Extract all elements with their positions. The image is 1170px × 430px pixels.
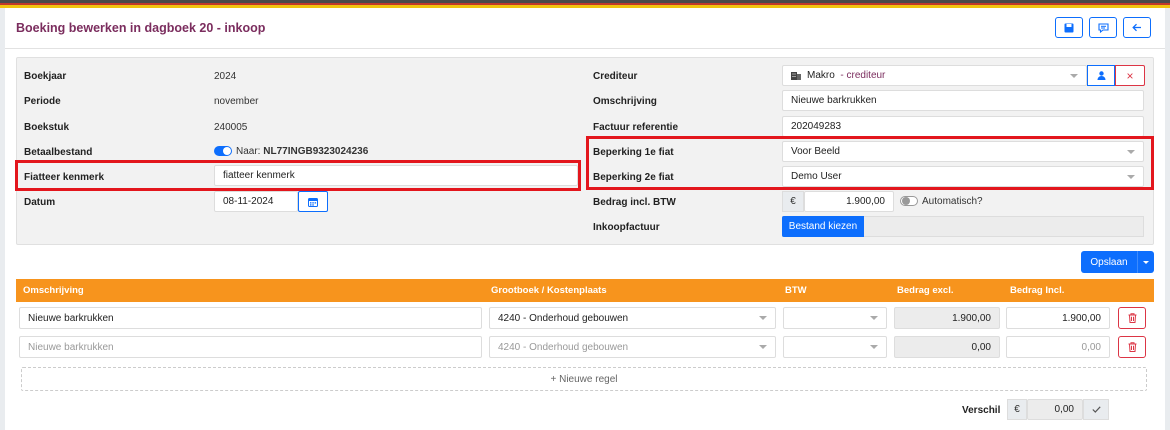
top-color-bar — [0, 0, 1170, 8]
trash-icon — [1128, 342, 1136, 352]
verschil-check — [1083, 399, 1109, 420]
chevron-down-icon — [870, 345, 878, 349]
crediteur-type: crediteur — [846, 70, 886, 81]
row2-delete-button[interactable] — [1118, 336, 1146, 358]
opslaan-dropdown-button[interactable] — [1137, 251, 1154, 273]
boekjaar-value: 2024 — [214, 71, 237, 82]
highlight-fiatteer-kenmerk — [15, 160, 581, 191]
back-button[interactable] — [1123, 17, 1151, 38]
periode-value: november — [214, 96, 259, 107]
factuur-referentie-label: Factuur referentie — [593, 122, 679, 133]
chevron-down-icon — [1070, 74, 1078, 78]
trash-icon — [1128, 313, 1136, 323]
save-button[interactable] — [1055, 17, 1083, 38]
crediteur-separator: - — [840, 70, 844, 81]
omschrijving-input[interactable]: Nieuwe barkrukken — [782, 90, 1144, 111]
col-btw: BTW — [785, 285, 807, 296]
table-header: Omschrijving Grootboek / Kostenplaats BT… — [16, 279, 1154, 302]
crediteur-user-button[interactable] — [1087, 65, 1115, 86]
col-omschrijving: Omschrijving — [23, 285, 84, 296]
periode-label: Periode — [24, 96, 61, 107]
row2-bedrag-incl-input[interactable]: 0,00 — [1006, 336, 1110, 358]
col-bedrag-excl: Bedrag excl. — [897, 285, 954, 296]
header-divider — [5, 48, 1165, 49]
chevron-down-icon — [870, 316, 878, 320]
check-icon — [1091, 406, 1101, 413]
row1-bedrag-excl: 1.900,00 — [894, 307, 1000, 329]
verschil-value: 0,00 — [1027, 399, 1083, 420]
row2-btw-select[interactable] — [783, 336, 887, 358]
crediteur-clear-button[interactable]: × — [1115, 65, 1145, 86]
close-icon: × — [1126, 68, 1134, 83]
add-row-button[interactable]: + Nieuwe regel — [21, 367, 1147, 391]
bestand-kiezen-button[interactable]: Bestand kiezen — [782, 216, 864, 237]
betaalbestand-prefix: Naar: — [236, 146, 261, 157]
automatisch-control: Automatisch? — [900, 196, 983, 207]
currency-addon: € — [782, 191, 804, 212]
col-bedrag-incl: Bedrag Incl. — [1010, 285, 1065, 296]
arrow-left-icon — [1132, 23, 1141, 32]
opslaan-button[interactable]: Opslaan — [1081, 251, 1137, 273]
betaalbestand-toggle[interactable] — [214, 146, 232, 157]
row2-grootboek-value: 4240 - Onderhoud gebouwen — [498, 341, 629, 353]
datum-label: Datum — [24, 197, 56, 208]
crediteur-select[interactable]: Makro - crediteur — [782, 65, 1087, 86]
row2-grootboek-select[interactable]: 4240 - Onderhoud gebouwen — [489, 336, 776, 358]
row1-delete-button[interactable] — [1118, 307, 1146, 329]
datum-input[interactable]: 08-11-2024 — [214, 191, 298, 212]
factuur-referentie-input[interactable]: 202049283 — [782, 116, 1144, 137]
automatisch-toggle[interactable] — [900, 196, 918, 207]
boekjaar-label: Boekjaar — [24, 71, 67, 82]
highlight-beperking-fiat — [586, 136, 1154, 190]
row1-omschrijving-input[interactable]: Nieuwe barkrukken — [19, 307, 482, 329]
automatisch-label: Automatisch? — [922, 196, 983, 207]
boekstuk-label: Boekstuk — [24, 122, 70, 133]
comment-button[interactable] — [1089, 17, 1117, 38]
user-icon — [1097, 71, 1105, 80]
row2-bedrag-excl: 0,00 — [894, 336, 1000, 358]
comment-icon — [1097, 22, 1109, 33]
row1-bedrag-incl-input[interactable]: 1.900,00 — [1006, 307, 1110, 329]
caret-down-icon — [1143, 260, 1149, 264]
bedrag-input[interactable]: 1.900,00 — [804, 191, 894, 212]
save-icon — [1064, 23, 1074, 32]
crediteur-name: Makro — [807, 70, 835, 81]
building-icon — [791, 72, 801, 80]
omschrijving-label: Omschrijving — [593, 96, 657, 107]
page: Boeking bewerken in dagboek 20 - inkoop … — [5, 8, 1165, 430]
crediteur-label: Crediteur — [593, 71, 638, 82]
col-grootboek: Grootboek / Kostenplaats — [491, 285, 607, 296]
betaalbestand-label: Betaalbestand — [24, 147, 93, 158]
boekstuk-value: 240005 — [214, 122, 248, 133]
row1-btw-select[interactable] — [783, 307, 887, 329]
chevron-down-icon — [759, 345, 767, 349]
verschil-label: Verschil — [962, 405, 1001, 416]
calendar-button[interactable] — [298, 191, 328, 212]
page-title: Boeking bewerken in dagboek 20 - inkoop — [16, 21, 266, 35]
verschil-currency: € — [1007, 399, 1027, 420]
bedrag-label: Bedrag incl. BTW — [593, 197, 676, 208]
row2-omschrijving-input[interactable]: Nieuwe barkrukken — [19, 336, 482, 358]
betaalbestand-value: Naar: NL77INGB9323024236 — [214, 146, 368, 157]
calendar-icon — [308, 197, 318, 207]
inkoopfactuur-label: Inkoopfactuur — [593, 222, 660, 233]
betaalbestand-iban: NL77INGB9323024236 — [263, 146, 369, 157]
chevron-down-icon — [759, 316, 767, 320]
row1-grootboek-select[interactable]: 4240 - Onderhoud gebouwen — [489, 307, 776, 329]
row1-grootboek-value: 4240 - Onderhoud gebouwen — [498, 312, 629, 324]
